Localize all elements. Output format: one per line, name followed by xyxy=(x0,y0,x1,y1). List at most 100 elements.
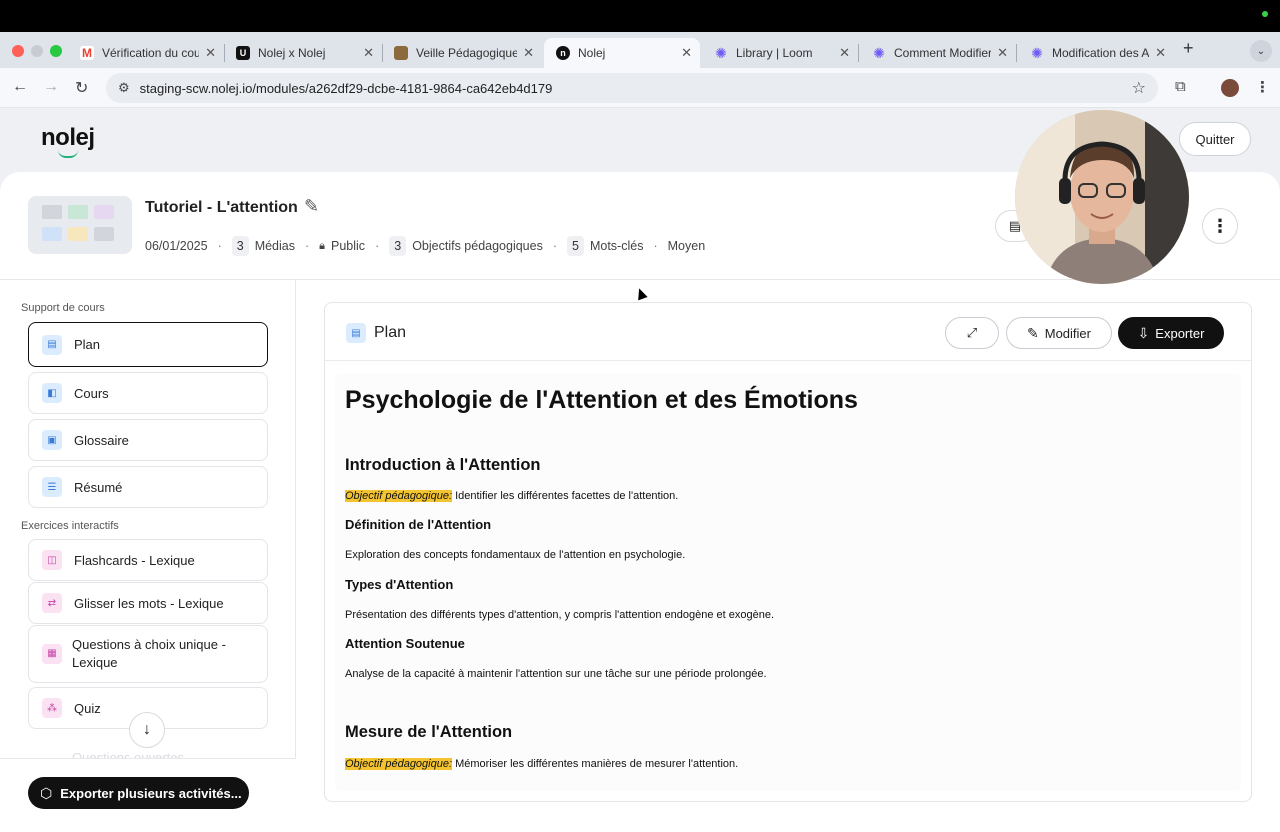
sidebar-item-resume[interactable]: ☰ Résumé xyxy=(28,466,268,508)
app-icon: U xyxy=(236,46,250,60)
tab-title: Vérification du cours xyxy=(102,46,200,60)
module-meta: 06/01/2025 · 3 Médias · 🔒︎ Public · 3 Ob… xyxy=(145,236,705,256)
export-button[interactable]: ⇩ Exporter xyxy=(1118,317,1224,349)
tab-verification[interactable]: M Vérification du cours ✕ xyxy=(68,38,224,68)
support-section-label: Support de cours xyxy=(21,302,105,314)
sidebar-item-qcu[interactable]: ▦ Questions à choix unique - Lexique xyxy=(28,625,268,683)
sidebar-item-label: Glisser les mots - Lexique xyxy=(74,595,224,611)
single-choice-icon: ▦ xyxy=(42,644,62,664)
minimize-window-button[interactable] xyxy=(31,45,43,57)
sidebar-item-glisser-mots[interactable]: ⇄ Glisser les mots - Lexique xyxy=(28,582,268,624)
avatar[interactable] xyxy=(1221,79,1239,97)
tab-modification[interactable]: ✺ Modification des Ac ✕ xyxy=(1018,38,1174,68)
site-settings-icon[interactable]: ⚙ xyxy=(118,80,130,96)
quit-button[interactable]: Quitter xyxy=(1179,122,1251,156)
tab-nolej-x-nolej[interactable]: U Nolej x Nolej ✕ xyxy=(224,38,382,68)
summary-icon: ☰ xyxy=(42,477,62,497)
sidebar-item-label: Flashcards - Lexique xyxy=(74,552,195,568)
tab-title: Nolej x Nolej xyxy=(258,46,326,60)
tab-comment-modifier[interactable]: ✺ Comment Modifier l ✕ xyxy=(860,38,1016,68)
subsection-heading: Définition de l'Attention xyxy=(345,517,492,532)
tab-loom-library[interactable]: ✺ Library | Loom ✕ xyxy=(702,38,858,68)
modify-button[interactable]: ✎ Modifier xyxy=(1006,317,1112,349)
drag-words-icon: ⇄ xyxy=(42,593,62,613)
sidebar: Support de cours ▤ Plan ◧ Cours ▣ Glossa… xyxy=(0,280,296,832)
edit-title-icon[interactable]: ✎ xyxy=(304,196,319,217)
objective-text: Identifier les différentes facettes de l… xyxy=(452,490,679,502)
loom-icon: ✺ xyxy=(715,44,727,61)
objective-text: Mémoriser les différentes manières de me… xyxy=(452,758,739,770)
objectives-label: Objectifs pédagogiques xyxy=(412,239,543,253)
logo-smile xyxy=(58,150,78,158)
modify-label: Modifier xyxy=(1044,325,1091,341)
webcam-overlay xyxy=(1015,110,1189,284)
medias-count: 3 xyxy=(231,236,249,256)
sidebar-item-plan[interactable]: ▤ Plan xyxy=(28,322,268,367)
paragraph: Exploration des concepts fondamentaux de… xyxy=(345,549,686,561)
lock-icon: 🔒︎ xyxy=(319,239,326,252)
visibility-label: Public xyxy=(331,239,366,253)
back-icon[interactable]: ← xyxy=(12,78,28,96)
camera-indicator xyxy=(1262,11,1268,17)
bookmark-star-icon[interactable]: ☆ xyxy=(1132,78,1146,98)
address-bar[interactable]: ⚙ staging-scw.nolej.io/modules/a262df29-… xyxy=(106,73,1158,103)
forward-icon[interactable]: → xyxy=(43,78,59,96)
keywords-count: 5 xyxy=(567,236,584,256)
close-icon[interactable]: ✕ xyxy=(523,45,534,61)
export-multiple-label: Exporter plusieurs activités... xyxy=(60,785,242,801)
close-icon[interactable]: ✕ xyxy=(363,45,374,61)
fullscreen-button[interactable]: ⤢ xyxy=(945,317,999,349)
scroll-down-button[interactable]: ↓ xyxy=(129,712,165,748)
browser-menu-icon[interactable]: ⋮ xyxy=(1255,78,1270,96)
sidebar-item-label: Quiz xyxy=(74,700,101,716)
module-thumbnail xyxy=(28,196,132,254)
tab-title: Comment Modifier l xyxy=(894,46,992,60)
glossary-icon: ▣ xyxy=(42,430,62,450)
export-label: Exporter xyxy=(1155,325,1205,341)
cube-icon: ⬡ xyxy=(40,784,53,801)
screen-top-bar xyxy=(0,0,1280,32)
sidebar-item-cours[interactable]: ◧ Cours xyxy=(28,372,268,414)
extensions-icon[interactable]: ⧉ xyxy=(1175,78,1186,95)
plan-icon: ▤ xyxy=(346,323,366,343)
section-heading: Mesure de l'Attention xyxy=(345,723,513,741)
paragraph: Présentation des différents types d'atte… xyxy=(345,609,774,621)
more-options-button[interactable]: ⋮ xyxy=(1202,208,1238,244)
flashcards-icon: ◫ xyxy=(42,550,62,570)
course-icon: ◧ xyxy=(42,383,62,403)
level-label: Moyen xyxy=(667,239,706,253)
tab-title: Modification des Ac xyxy=(1052,46,1150,60)
tab-title: Nolej xyxy=(578,46,606,60)
module-title: Tutoriel - L'attention xyxy=(145,199,298,216)
paragraph: Analyse de la capacité à maintenir l'att… xyxy=(345,668,767,680)
close-icon[interactable]: ✕ xyxy=(997,45,1008,61)
close-icon[interactable]: ✕ xyxy=(1155,45,1166,61)
tab-nolej[interactable]: n Nolej ✕ xyxy=(544,38,700,68)
sidebar-item-label: Cours xyxy=(74,385,109,401)
sidebar-item-label: Glossaire xyxy=(74,432,129,448)
close-icon[interactable]: ✕ xyxy=(681,45,692,61)
subsection-heading: Types d'Attention xyxy=(345,577,454,592)
tab-veille-pedagogique[interactable]: Veille Pédagogique ✕ xyxy=(382,38,542,68)
export-multiple-button[interactable]: ⬡ Exporter plusieurs activités... xyxy=(28,777,249,809)
close-window-button[interactable] xyxy=(12,45,24,57)
tab-search-button[interactable]: ⌄ xyxy=(1250,40,1272,62)
tab-title: Veille Pédagogique xyxy=(416,46,518,60)
sidebar-item-glossaire[interactable]: ▣ Glossaire xyxy=(28,419,268,461)
export-icon: ⇩ xyxy=(1137,324,1150,341)
new-tab-button[interactable]: + xyxy=(1183,38,1194,59)
sidebar-item-label: Résumé xyxy=(74,479,123,495)
nolej-logo: nolej xyxy=(41,124,95,151)
close-icon[interactable]: ✕ xyxy=(839,45,850,61)
sidebar-item-flashcards[interactable]: ◫ Flashcards - Lexique xyxy=(28,539,268,581)
maximize-window-button[interactable] xyxy=(50,45,62,57)
tab-title: Library | Loom xyxy=(736,46,813,60)
module-date: 06/01/2025 xyxy=(145,239,208,253)
section-heading: Introduction à l'Attention xyxy=(345,456,541,474)
medias-label: Médias xyxy=(254,239,295,253)
objective-line: Objectif pédagogique: Identifier les dif… xyxy=(345,490,678,502)
close-icon[interactable]: ✕ xyxy=(205,45,216,61)
browser-toolbar: ← → ↻ ⚙ staging-scw.nolej.io/modules/a26… xyxy=(0,68,1280,108)
document-title: Psychologie de l'Attention et des Émotio… xyxy=(345,386,858,414)
reload-icon[interactable]: ↻ xyxy=(75,78,88,98)
